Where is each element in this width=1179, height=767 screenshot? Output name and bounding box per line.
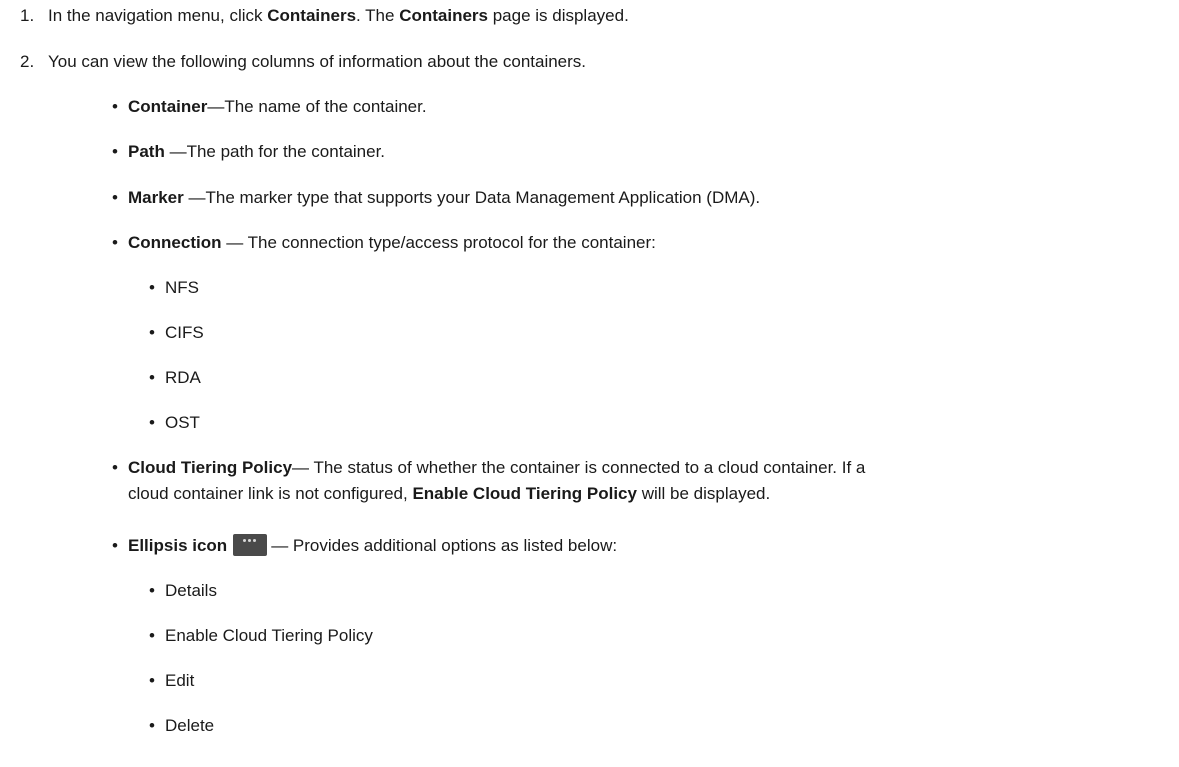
step-text: page is displayed. <box>487 6 629 25</box>
list-item-option: • Enable Cloud Tiering Policy <box>149 623 373 649</box>
list-item-connection-type: • RDA <box>149 365 201 391</box>
ellipsis-icon <box>233 534 268 556</box>
description: — Provides additional options as listed … <box>271 536 618 555</box>
list-item-ellipsis: • Ellipsis icon — Provides additional opti… <box>112 533 618 559</box>
connection-type: OST <box>165 413 200 432</box>
connection-type: RDA <box>165 368 201 387</box>
bullet-dot: • <box>149 323 155 342</box>
bullet-dot: • <box>112 142 118 161</box>
option-label: Details <box>165 581 217 600</box>
term: Ellipsis icon <box>128 536 228 555</box>
list-item-option: • Delete <box>149 713 215 739</box>
description: will be displayed. <box>636 484 771 503</box>
bullet-dot: • <box>149 626 155 645</box>
step-text: In the navigation menu, click <box>48 6 268 25</box>
bullet-dot: • <box>149 581 155 600</box>
term: Marker <box>128 188 184 207</box>
step-bold: Containers <box>399 6 488 25</box>
description: —The name of the container. <box>207 97 427 116</box>
option-label: Edit <box>165 671 195 690</box>
connection-type: NFS <box>165 278 199 297</box>
step-text: You can view the following columns of in… <box>48 52 587 71</box>
step-bold: Containers <box>267 6 357 25</box>
list-item-container: • Container—The name of the container. <box>112 94 427 120</box>
step-text: . The <box>356 6 400 25</box>
list-item-path: • Path —The path for the container. <box>112 139 386 165</box>
bullet-dot: • <box>112 233 118 252</box>
list-item-connection-type: • OST <box>149 410 200 436</box>
step-number: 2. <box>20 52 35 71</box>
bullet-dot: • <box>112 458 118 477</box>
bullet-dot: • <box>149 671 155 690</box>
term: Container <box>128 97 208 116</box>
term: Connection <box>128 233 222 252</box>
description: — The connection type/access protocol fo… <box>221 233 656 252</box>
bullet-dot: • <box>112 536 118 555</box>
description: cloud container link is not configured, <box>128 484 413 503</box>
bullet-dot: • <box>112 188 118 207</box>
step-2: 2. You can view the following columns of … <box>20 52 586 72</box>
step-number: 1. <box>20 6 35 25</box>
connection-type: CIFS <box>165 323 204 342</box>
description: — The status of whether the container is… <box>292 458 866 477</box>
step-1: 1. In the navigation menu, click Containe… <box>20 6 629 26</box>
bullet-dot: • <box>149 368 155 387</box>
term: Path <box>128 142 165 161</box>
list-item-marker: • Marker —The marker type that supports y… <box>112 185 761 211</box>
bullet-dot: • <box>149 278 155 297</box>
bullet-dot: • <box>149 413 155 432</box>
description: —The marker type that supports your Data… <box>183 188 761 207</box>
option-label: Enable Cloud Tiering Policy <box>165 626 373 645</box>
list-item-cloud-tiering: • Cloud Tiering Policy— The status of whe… <box>112 455 866 507</box>
description: —The path for the container. <box>164 142 386 161</box>
term: Enable Cloud Tiering Policy <box>412 484 637 503</box>
list-item-connection-type: • CIFS <box>149 320 204 346</box>
list-item-connection-type: • NFS <box>149 275 199 301</box>
list-item-option: • Details <box>149 578 217 604</box>
list-item-connection: • Connection — The connection type/access… <box>112 230 656 256</box>
bullet-dot: • <box>149 716 155 735</box>
term: Cloud Tiering Policy <box>128 458 293 477</box>
option-label: Delete <box>165 716 215 735</box>
list-item-option: • Edit <box>149 668 195 694</box>
bullet-dot: • <box>112 97 118 116</box>
